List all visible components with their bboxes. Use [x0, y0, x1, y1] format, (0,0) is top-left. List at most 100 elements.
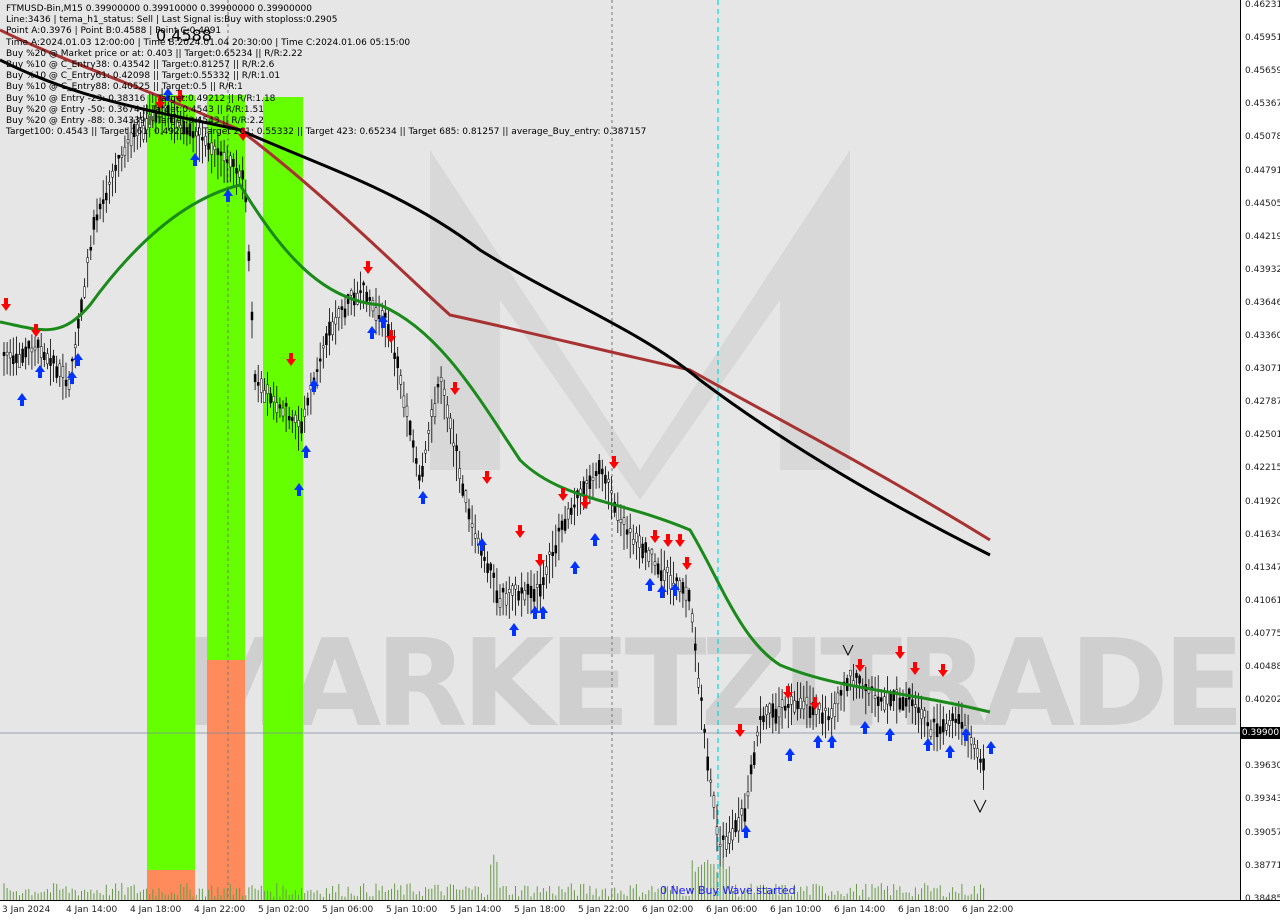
candle-body [752, 752, 756, 766]
price-axis[interactable]: 0.46231 0.45951 0.45659 0.45367 0.45078 0.447… [1240, 0, 1280, 904]
candle-body [780, 699, 784, 708]
sell-arrow-icon [650, 530, 660, 543]
point-b-price: 0.4588 [156, 26, 212, 45]
price-tick-label: 0.38771 [1245, 860, 1280, 871]
candle-body [15, 353, 18, 363]
candle-body [635, 532, 638, 543]
candle-body [607, 478, 610, 483]
candle-body [36, 339, 40, 348]
price-tick-label: 0.41920 [1245, 496, 1280, 507]
candle-body [393, 352, 396, 360]
candle-body [318, 358, 322, 362]
times-line: Time A:2024.01.03 12:00:00 | Time B:2024… [6, 37, 411, 48]
candle-body [969, 737, 973, 745]
candle-body [923, 710, 926, 718]
candle-body [935, 723, 939, 738]
candle-body [58, 363, 62, 377]
time-axis[interactable]: 3 Jan 2024 4 Jan 14:00 4 Jan 18:00 4 Jan 22… [0, 900, 1280, 921]
buy-arrow-icon [570, 561, 580, 574]
plot-area[interactable]: MARKETZITRADE FTMUSD-Bin,M15 0.39900000 … [0, 0, 1240, 900]
candle-body [895, 689, 899, 693]
candle-body [213, 145, 217, 150]
candle-body [709, 779, 713, 783]
current-price-tag: 0.39900 [1241, 727, 1280, 739]
candle-body [458, 468, 461, 479]
candle-body [260, 378, 263, 393]
candle-body [858, 675, 861, 684]
buy-entry88-line: Buy %10 @ C_Entry88: 0.40525 || Target:0… [6, 82, 243, 93]
candle-body [359, 290, 362, 294]
candle-body [520, 587, 523, 594]
candle-body [436, 383, 440, 388]
candle-body [830, 708, 833, 719]
candle-body [225, 159, 229, 163]
candle-body [300, 421, 303, 434]
price-tick-label: 0.40202 [1245, 695, 1280, 706]
candle-body [889, 693, 892, 707]
candle-body [901, 697, 905, 711]
candle-body [951, 713, 954, 721]
candle-body [647, 550, 651, 562]
time-tick-label: 5 Jan 06:00 [322, 905, 374, 915]
candle-body [247, 251, 251, 261]
price-tick-label: 0.45367 [1245, 99, 1280, 110]
candle-body [365, 291, 368, 302]
candle-body [976, 748, 979, 758]
price-tick-label: 0.40775 [1245, 628, 1280, 639]
candle-body [808, 706, 812, 718]
candle-body [948, 719, 951, 726]
candle-body [718, 844, 722, 847]
candle-body [731, 828, 734, 841]
candle-body [588, 475, 592, 490]
candle-body [783, 705, 787, 711]
buy-arrow-icon [35, 365, 45, 378]
candle-body [644, 542, 647, 553]
candle-body [619, 519, 623, 523]
price-tick-label: 0.42215 [1245, 463, 1280, 474]
candle-body [461, 483, 465, 496]
signal-band-orange [207, 660, 245, 900]
candle-body [281, 407, 285, 417]
signal-band-green [263, 97, 303, 900]
time-tick-label: 6 Jan 14:00 [834, 905, 886, 915]
price-tick-label: 0.41347 [1245, 562, 1280, 573]
candle-body [101, 199, 105, 204]
candle-body [560, 520, 564, 530]
candle-body [827, 716, 830, 721]
candle-body [591, 477, 595, 481]
candle-body [911, 699, 914, 707]
candle-body [821, 712, 824, 724]
candle-body [793, 700, 796, 713]
candle-body [514, 584, 517, 590]
candle-body [402, 395, 406, 408]
candle-body [269, 393, 272, 404]
buy-entry-50-line: Buy %20 @ Entry -50: 0.3674 || Target:0.… [6, 104, 264, 115]
candle-body [585, 480, 589, 484]
time-tick-label: 4 Jan 14:00 [66, 905, 118, 915]
candle-body [349, 290, 353, 296]
candle-body [421, 465, 424, 477]
candle-body [55, 366, 58, 378]
buy-arrow-icon [590, 533, 600, 546]
candle-body [98, 203, 102, 210]
candle-body [49, 358, 52, 366]
candle-body [669, 575, 672, 590]
candle-body [545, 566, 548, 575]
sell-arrow-icon [363, 261, 373, 274]
candle-body [855, 673, 858, 678]
candle-body [343, 308, 347, 318]
price-tick-label: 0.39343 [1245, 794, 1280, 805]
price-tick-label: 0.44505 [1245, 198, 1280, 209]
candle-body [641, 543, 644, 559]
time-tick-label: 6 Jan 22:00 [962, 905, 1014, 915]
candle-body [266, 384, 269, 394]
candle-body [979, 758, 982, 763]
sell-arrow-icon [515, 525, 525, 538]
buy-arrow-icon [17, 393, 27, 406]
candle-body [604, 474, 607, 484]
price-tick-label: 0.45659 [1245, 66, 1280, 77]
candle-body [446, 404, 449, 419]
candle-body [771, 703, 775, 718]
candle-body [309, 385, 313, 391]
candle-body [554, 545, 558, 554]
